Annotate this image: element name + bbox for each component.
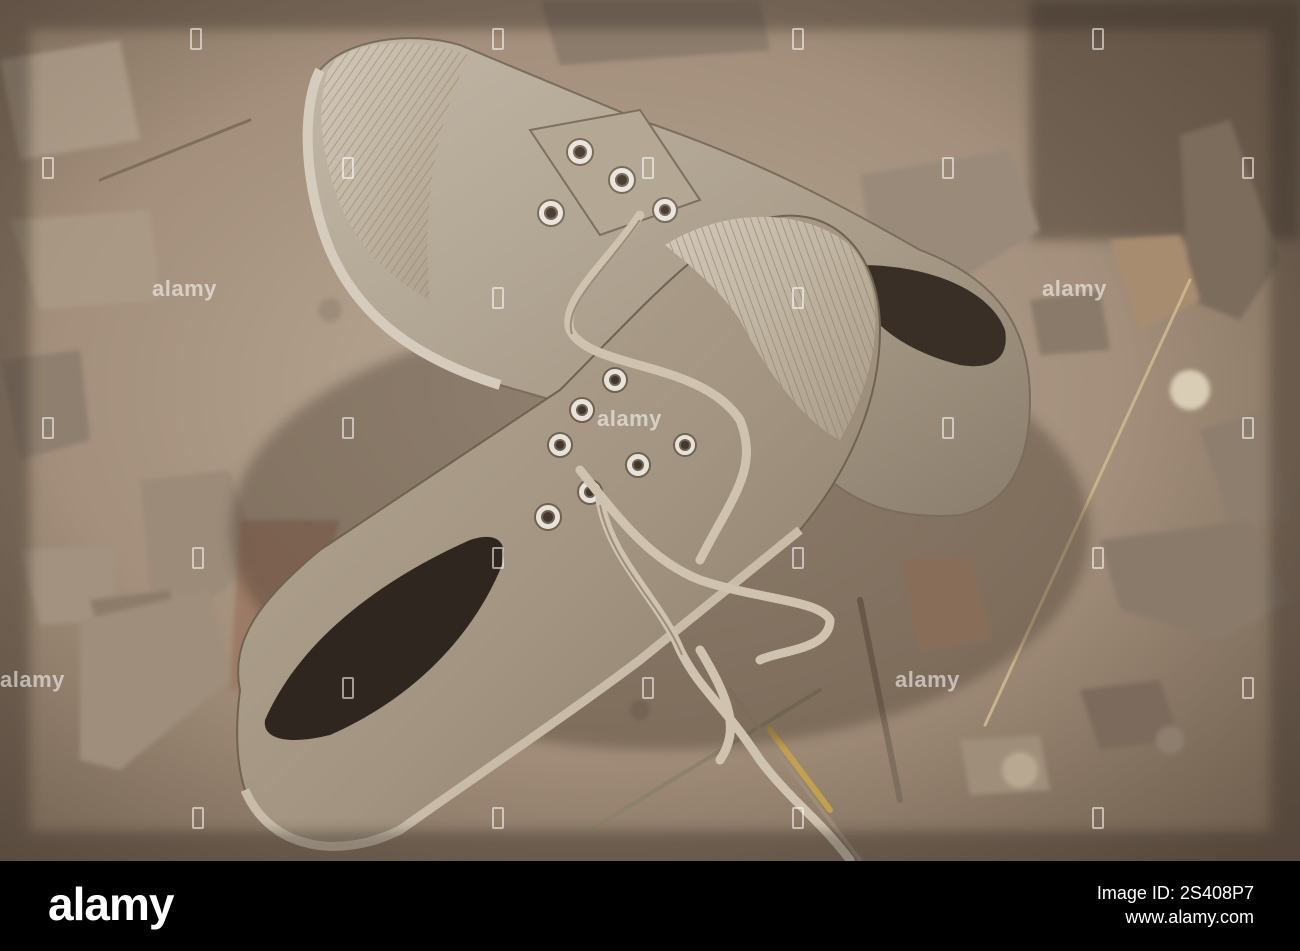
image-meta: Image ID: 2S408P7 www.alamy.com <box>1004 881 1254 929</box>
photo-old-canvas-sneakers: alamy alamy alamy alamy alamy <box>0 0 1300 861</box>
brand-logo[interactable]: alamy <box>48 877 174 931</box>
site-link[interactable]: www.alamy.com <box>1004 905 1254 929</box>
image-id-label: Image ID: 2S408P7 <box>1096 883 1254 903</box>
footer-bar: alamy Image ID: 2S408P7 www.alamy.com <box>0 861 1300 951</box>
stock-photo-frame: alamy alamy alamy alamy alamy alamy Imag… <box>0 0 1300 951</box>
